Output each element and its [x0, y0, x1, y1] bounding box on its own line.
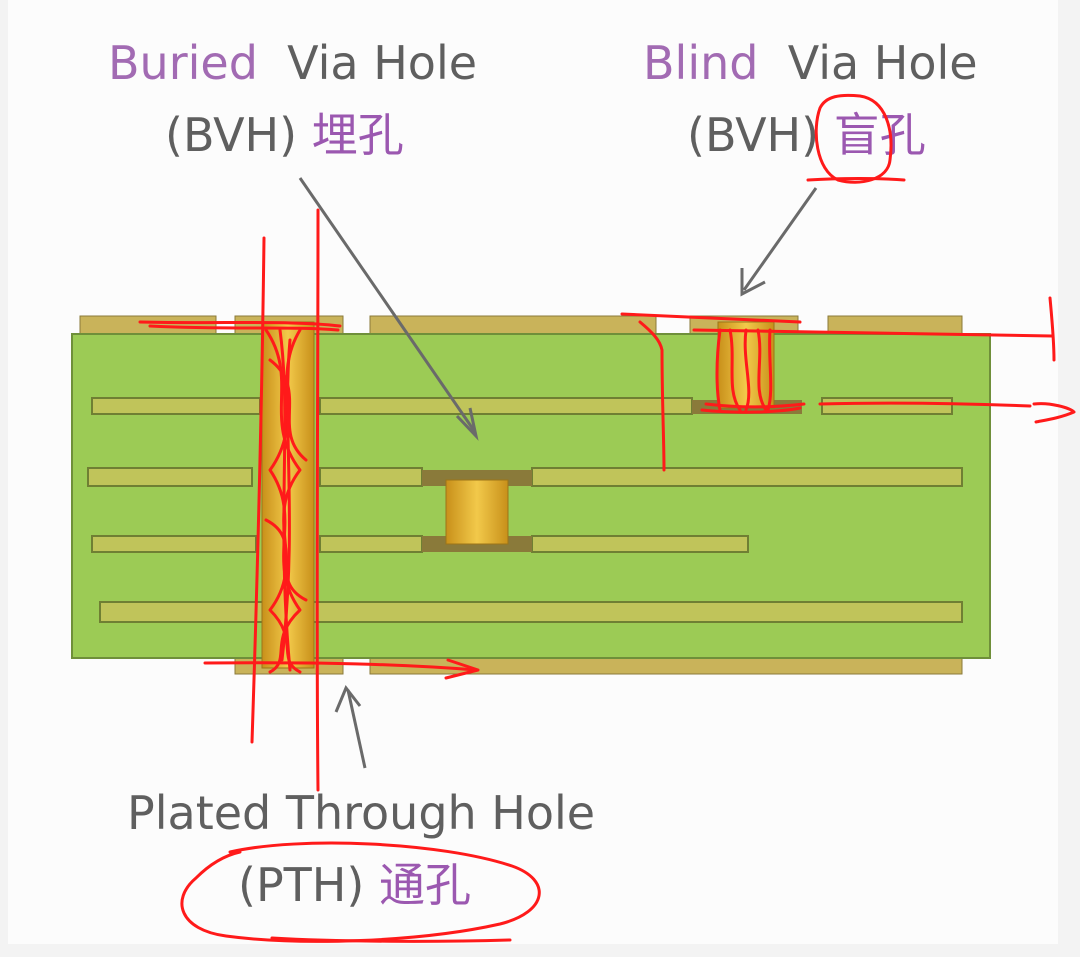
image-stage: Buried Via Hole (BVH) 埋孔 Blind Via Hole … [0, 0, 1080, 957]
pcb-cross-section: 1 2 [71, 93, 1076, 943]
layer-mark-1: 1 [1046, 329, 1047, 331]
